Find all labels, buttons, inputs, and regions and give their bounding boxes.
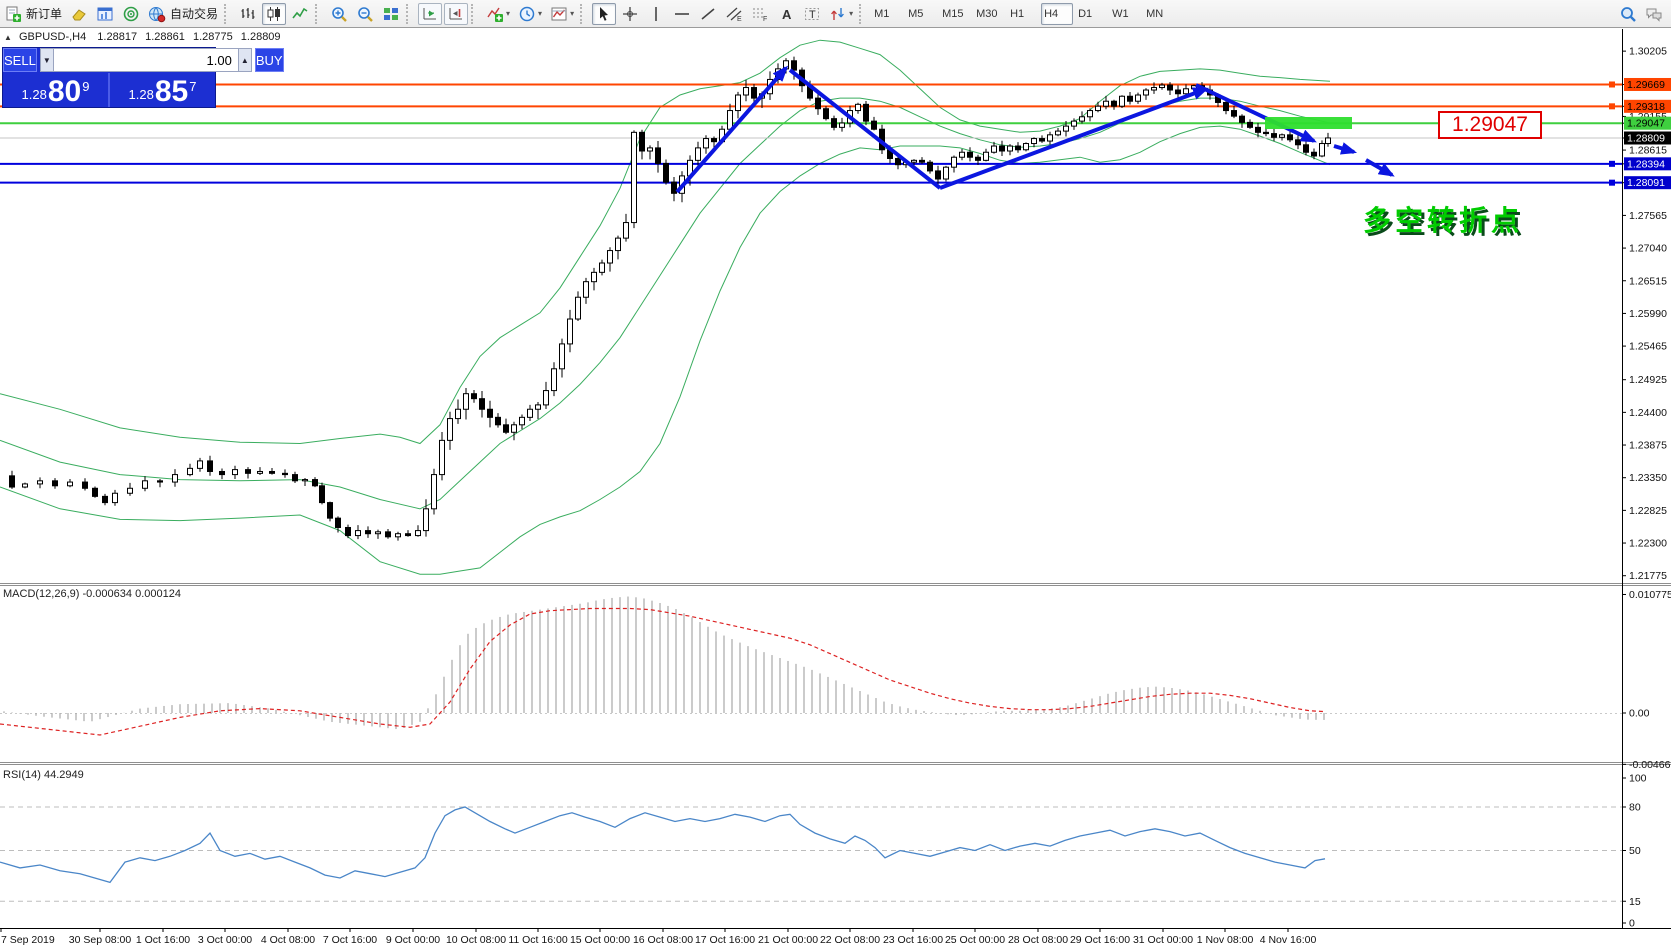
- price-callout-object[interactable]: 1.29047: [1438, 111, 1542, 139]
- price-line-label: 1.28394: [1627, 158, 1665, 170]
- macd-histogram: [3, 596, 1325, 730]
- macd-axis-label: 0.010775: [1629, 589, 1671, 601]
- macd-axis-label: -0.004668: [1629, 759, 1671, 771]
- price-tick-label: 1.25465: [1629, 341, 1667, 353]
- time-axis: 7 Sep 2019 30 Sep 08:00 1 Oct 16:00 3 Oct 0…: [0, 928, 1317, 946]
- macd-axis-label: 0.00: [1629, 708, 1650, 720]
- line-anchor-handle: [1609, 81, 1615, 88]
- time-tick-label: 9 Oct 00:00: [386, 934, 440, 946]
- price-axis: 1.302051.291551.286151.275651.270401.265…: [1622, 46, 1671, 930]
- time-tick-label: 1 Oct 16:00: [136, 934, 190, 946]
- time-tick-label: 17 Oct 16:00: [695, 934, 755, 946]
- line-anchor-handle: [1609, 179, 1615, 186]
- price-tick-label: 1.23875: [1629, 440, 1667, 452]
- time-tick-label: 4 Oct 08:00: [261, 934, 315, 946]
- price-tick-label: 1.28615: [1629, 145, 1667, 157]
- price-tick-label: 1.21775: [1629, 570, 1667, 582]
- time-tick-label: 15 Oct 00:00: [570, 934, 630, 946]
- time-tick-label: 22 Oct 08:00: [820, 934, 880, 946]
- line-anchor-handle: [1609, 160, 1615, 167]
- line-anchor-handle: [1609, 103, 1615, 110]
- time-tick-label: 10 Oct 08:00: [446, 934, 506, 946]
- macd-panel: [0, 596, 1622, 736]
- rsi-axis-label: 80: [1629, 802, 1641, 814]
- price-tick-label: 1.22825: [1629, 505, 1667, 517]
- time-tick-label: 31 Oct 00:00: [1133, 934, 1193, 946]
- sell-price-base: 1.28: [21, 87, 47, 102]
- price-line-label: 1.29318: [1627, 101, 1665, 113]
- zigzag-trend-line[interactable]: [1333, 142, 1358, 155]
- macd-signal-line: [0, 607, 1326, 736]
- highlight-rectangle-object[interactable]: [1265, 117, 1352, 129]
- time-tick-label: 23 Oct 16:00: [883, 934, 943, 946]
- price-tick-label: 1.22300: [1629, 538, 1667, 550]
- price-tick-label: 1.24925: [1629, 374, 1667, 386]
- time-tick-label: 21 Oct 00:00: [758, 934, 818, 946]
- quote-open: 1.28817: [97, 31, 138, 43]
- price-tick-label: 1.27565: [1629, 210, 1667, 222]
- sell-price-pip: 9: [82, 79, 90, 94]
- sell-button[interactable]: SELL: [3, 48, 37, 72]
- zigzag-trend-line[interactable]: [788, 68, 942, 190]
- rsi-indicator-label: RSI(14) 44.2949: [3, 769, 84, 781]
- price-tick-label: 1.30205: [1629, 46, 1667, 58]
- rsi-axis-label: 100: [1629, 773, 1647, 785]
- rsi-axis-label: 15: [1629, 896, 1641, 908]
- quote-low: 1.28775: [192, 31, 233, 43]
- price-line-label: 1.28091: [1627, 177, 1665, 189]
- sell-price-big: 80: [47, 75, 82, 108]
- quote-close: 1.28809: [240, 31, 281, 43]
- collapse-panel-icon[interactable]: ▲: [4, 33, 12, 42]
- macd-indicator-label: MACD(12,26,9) -0.000634 0.000124: [3, 588, 181, 600]
- time-tick-label: 30 Sep 08:00: [69, 934, 132, 946]
- symbol-name: GBPUSD-,H4: [18, 31, 87, 43]
- time-tick-label: 16 Oct 08:00: [633, 934, 693, 946]
- main-chart: [0, 39, 1622, 575]
- sell-price[interactable]: 1.28 80 9: [3, 73, 110, 107]
- quote-high: 1.28861: [145, 31, 185, 43]
- bollinger-middle-band: [0, 97, 1331, 510]
- buy-price-big: 85: [154, 75, 189, 108]
- time-tick-label: 7 Sep 2019: [1, 934, 55, 946]
- buy-price-pip: 7: [189, 79, 197, 94]
- price-tick-label: 1.23350: [1629, 472, 1667, 484]
- time-tick-label: 29 Oct 16:00: [1070, 934, 1130, 946]
- symbol-ohlc-bar: ▲ GBPUSD-,H4 1.28817 1.28861 1.28775 1.2…: [4, 31, 281, 43]
- time-tick-label: 3 Oct 00:00: [198, 934, 252, 946]
- price-line-label: 1.29669: [1627, 79, 1665, 91]
- price-line-label: 1.28809: [1627, 133, 1665, 145]
- candlestick-series: [9, 56, 1331, 541]
- time-tick-label: 11 Oct 16:00: [508, 934, 568, 946]
- zigzag-trend-line[interactable]: [1365, 158, 1395, 177]
- buy-button[interactable]: BUY: [254, 48, 284, 72]
- time-tick-label: 28 Oct 08:00: [1008, 934, 1068, 946]
- time-tick-label: 25 Oct 00:00: [945, 934, 1005, 946]
- price-line-label: 1.29047: [1627, 118, 1665, 130]
- price-tick-label: 1.25990: [1629, 308, 1667, 320]
- volume-increase-button[interactable]: ▲: [237, 48, 252, 72]
- chart-canvas: 1.302051.291551.286151.275651.270401.265…: [0, 29, 1671, 946]
- rsi-axis-label: 50: [1629, 845, 1641, 857]
- time-tick-label: 1 Nov 08:00: [1197, 934, 1254, 946]
- price-tick-label: 1.26515: [1629, 275, 1667, 287]
- rsi-line: [0, 806, 1326, 884]
- time-tick-label: 4 Nov 16:00: [1260, 934, 1317, 946]
- price-tick-label: 1.27040: [1629, 243, 1667, 255]
- turning-point-annotation[interactable]: 多空转折点: [1363, 199, 1523, 239]
- rsi-panel: [0, 806, 1622, 902]
- volume-decrease-button[interactable]: ▼: [39, 48, 54, 72]
- drawn-objects[interactable]: [675, 65, 1395, 194]
- one-click-trading-panel: SELL ▼ ▲ BUY 1.28 80 9 1.28 85 7: [2, 47, 284, 108]
- volume-input[interactable]: [53, 48, 238, 72]
- bollinger-lower-band: [0, 125, 1331, 575]
- rsi-axis-label: 0: [1629, 918, 1635, 930]
- buy-price-base: 1.28: [128, 87, 154, 102]
- time-tick-label: 7 Oct 16:00: [323, 934, 377, 946]
- price-tick-label: 1.24400: [1629, 407, 1667, 419]
- mt4-window: 新订单 自动交易 ▾ ▾ ▾ E F A T ▾ M1 M5 M15 M30 H1 H4 D1 W1 MN 1.30…: [0, 0, 1671, 949]
- buy-price[interactable]: 1.28 85 7: [110, 73, 215, 107]
